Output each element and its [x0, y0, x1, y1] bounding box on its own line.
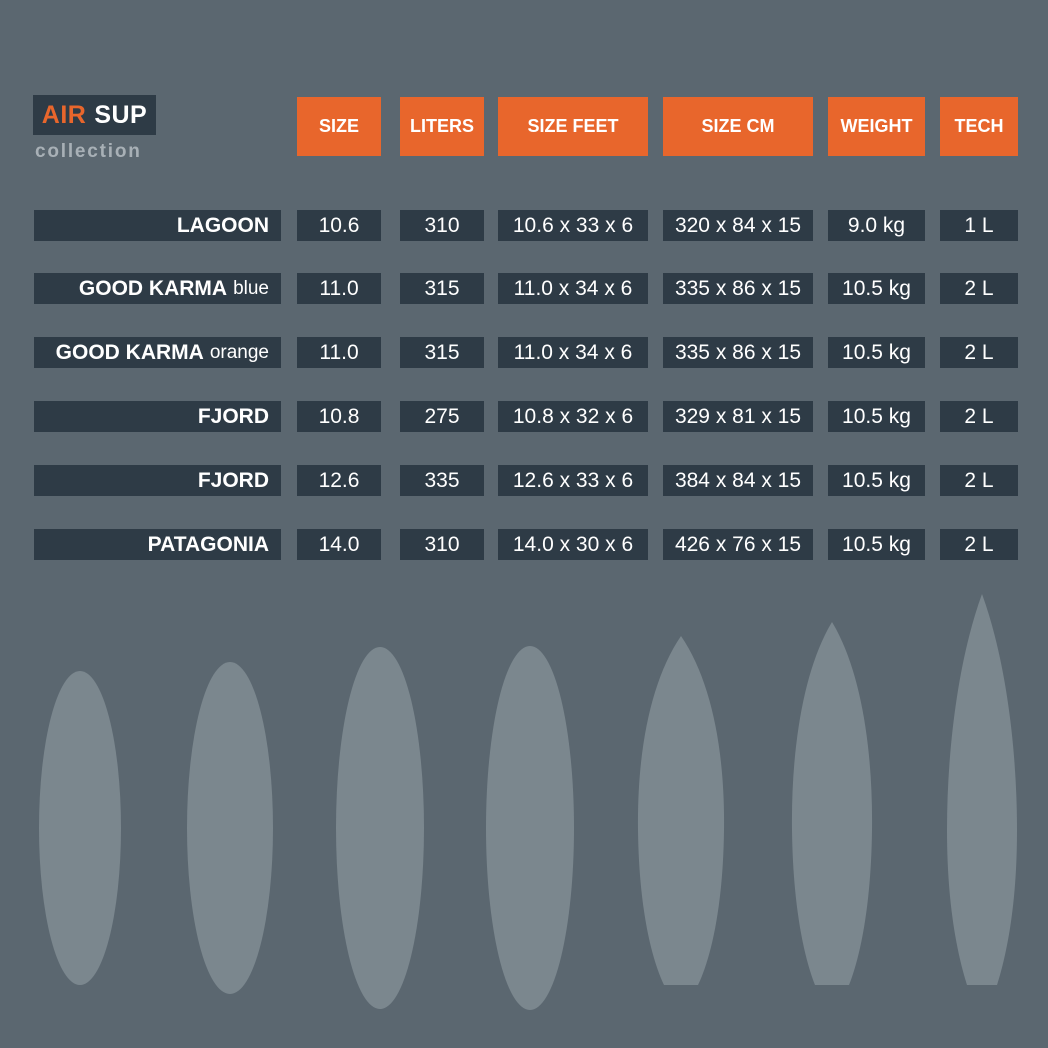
cell-size-feet: 14.0 x 30 x 6	[498, 529, 648, 560]
board-silhouette-5	[637, 636, 725, 985]
board-variant: blue	[233, 277, 269, 299]
cell-liters: 335	[400, 465, 484, 496]
logo-subtitle: collection	[35, 141, 142, 162]
cell-tech: 2 L	[940, 529, 1018, 560]
cell-liters: 310	[400, 529, 484, 560]
board-name-cell: FJORD	[34, 465, 281, 496]
cell-weight: 10.5 kg	[828, 529, 925, 560]
board-name-cell: GOOD KARMA blue	[34, 273, 281, 304]
cell-size: 10.6	[297, 210, 381, 241]
board-name: GOOD KARMA	[55, 340, 204, 364]
cell-size-feet: 11.0 x 34 x 6	[498, 273, 648, 304]
cell-tech: 2 L	[940, 337, 1018, 368]
board-name: PATAGONIA	[147, 532, 269, 556]
cell-size-cm: 335 x 86 x 15	[663, 273, 813, 304]
cell-weight: 9.0 kg	[828, 210, 925, 241]
board-silhouette-4	[486, 646, 574, 1010]
column-header-weight: WEIGHT	[828, 97, 925, 156]
cell-weight: 10.5 kg	[828, 337, 925, 368]
board-silhouettes	[39, 594, 1017, 1010]
logo-word-air: AIR	[41, 100, 87, 129]
board-name-cell: LAGOON	[34, 210, 281, 241]
cell-weight: 10.5 kg	[828, 465, 925, 496]
cell-size: 14.0	[297, 529, 381, 560]
cell-size-cm: 320 x 84 x 15	[663, 210, 813, 241]
cell-size-cm: 329 x 81 x 15	[663, 401, 813, 432]
board-silhouette-6	[791, 622, 873, 985]
cell-size: 10.8	[297, 401, 381, 432]
cell-liters: 315	[400, 273, 484, 304]
cell-tech: 2 L	[940, 273, 1018, 304]
logo-badge: AIR SUP	[33, 95, 156, 135]
cell-tech: 2 L	[940, 465, 1018, 496]
board-name: FJORD	[197, 404, 269, 428]
cell-size-cm: 335 x 86 x 15	[663, 337, 813, 368]
board-name-cell: GOOD KARMA orange	[34, 337, 281, 368]
board-name-cell: PATAGONIA	[34, 529, 281, 560]
board-variant: orange	[209, 341, 269, 363]
board-silhouette-3	[336, 647, 424, 1009]
cell-weight: 10.5 kg	[828, 401, 925, 432]
column-header-tech: TECH	[940, 97, 1018, 156]
board-silhouette-1	[39, 671, 121, 985]
cell-size-feet: 10.8 x 32 x 6	[498, 401, 648, 432]
cell-size: 11.0	[297, 273, 381, 304]
cell-size-feet: 12.6 x 33 x 6	[498, 465, 648, 496]
board-name: GOOD KARMA	[78, 276, 228, 300]
cell-size-cm: 426 x 76 x 15	[663, 529, 813, 560]
board-silhouette-7	[947, 594, 1017, 985]
cell-tech: 1 L	[940, 210, 1018, 241]
cell-size-feet: 11.0 x 34 x 6	[498, 337, 648, 368]
cell-liters: 310	[400, 210, 484, 241]
column-header-size-feet: SIZE FEET	[498, 97, 648, 156]
column-header-size-cm: SIZE CM	[663, 97, 813, 156]
cell-size-feet: 10.6 x 33 x 6	[498, 210, 648, 241]
cell-liters: 275	[400, 401, 484, 432]
board-name: FJORD	[197, 468, 269, 492]
logo-word-sup: SUP	[94, 100, 148, 129]
cell-weight: 10.5 kg	[828, 273, 925, 304]
cell-tech: 2 L	[940, 401, 1018, 432]
column-header-liters: LITERS	[400, 97, 484, 156]
board-name-cell: FJORD	[34, 401, 281, 432]
cell-size: 12.6	[297, 465, 381, 496]
cell-size: 11.0	[297, 337, 381, 368]
cell-size-cm: 384 x 84 x 15	[663, 465, 813, 496]
board-name: LAGOON	[176, 213, 269, 237]
board-silhouette-2	[187, 662, 273, 994]
column-header-size: SIZE	[297, 97, 381, 156]
cell-liters: 315	[400, 337, 484, 368]
